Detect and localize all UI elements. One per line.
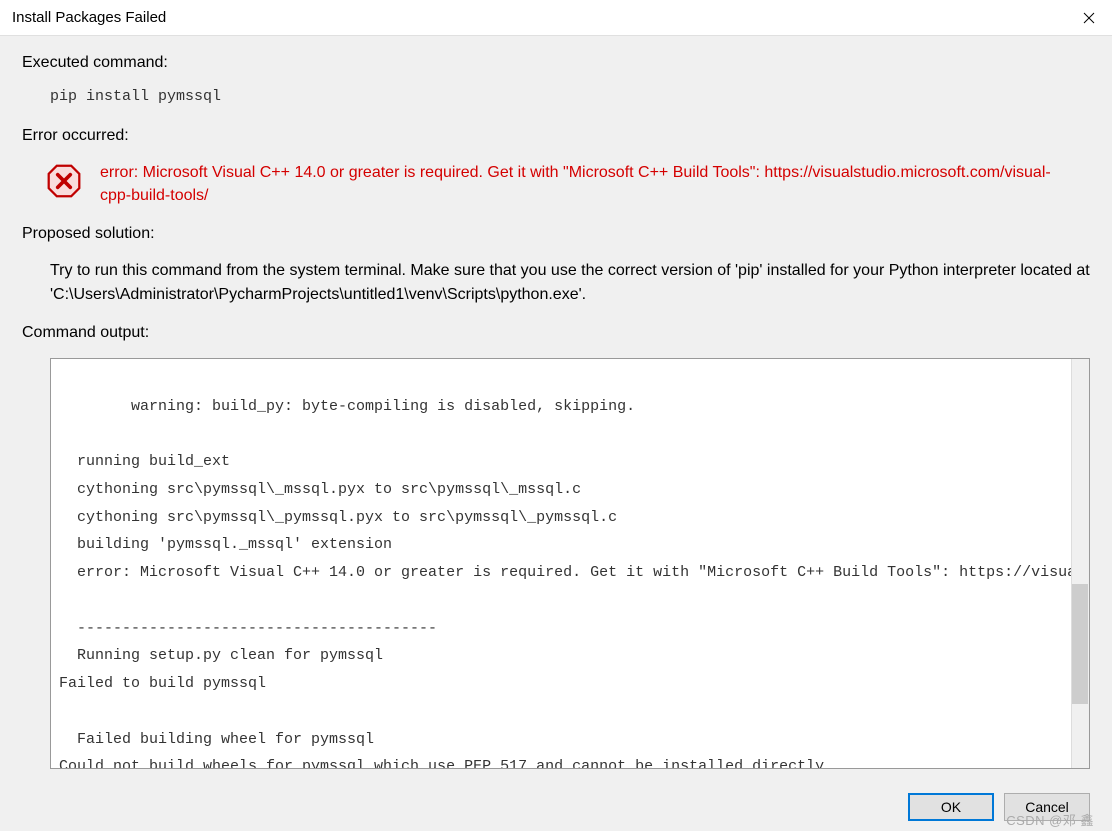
close-icon (1083, 12, 1095, 24)
error-row: error: Microsoft Visual C++ 14.0 or grea… (46, 161, 1090, 207)
scrollbar-track[interactable] (1071, 359, 1089, 768)
close-button[interactable] (1066, 0, 1112, 36)
dialog-content: Executed command: pip install pymssql Er… (0, 36, 1112, 781)
cancel-button[interactable]: Cancel (1004, 793, 1090, 821)
error-icon (46, 163, 82, 199)
titlebar: Install Packages Failed (0, 0, 1112, 36)
command-output-box[interactable]: warning: build_py: byte-compiling is dis… (50, 358, 1090, 769)
executed-command-label: Executed command: (22, 54, 1090, 72)
button-row: OK Cancel CSDN @邓 鑫 (0, 781, 1112, 831)
proposed-solution-label: Proposed solution: (22, 225, 1090, 243)
dialog-window: Install Packages Failed Executed command… (0, 0, 1112, 831)
proposed-solution-text: Try to run this command from the system … (50, 259, 1090, 305)
window-title: Install Packages Failed (12, 9, 166, 26)
error-occurred-label: Error occurred: (22, 127, 1090, 145)
command-output-label: Command output: (22, 324, 1090, 342)
ok-button[interactable]: OK (908, 793, 994, 821)
command-output-text: warning: build_py: byte-compiling is dis… (59, 398, 1076, 770)
executed-command-text: pip install pymssql (50, 88, 1090, 105)
scrollbar-thumb[interactable] (1072, 584, 1088, 704)
error-message: error: Microsoft Visual C++ 14.0 or grea… (100, 161, 1060, 207)
